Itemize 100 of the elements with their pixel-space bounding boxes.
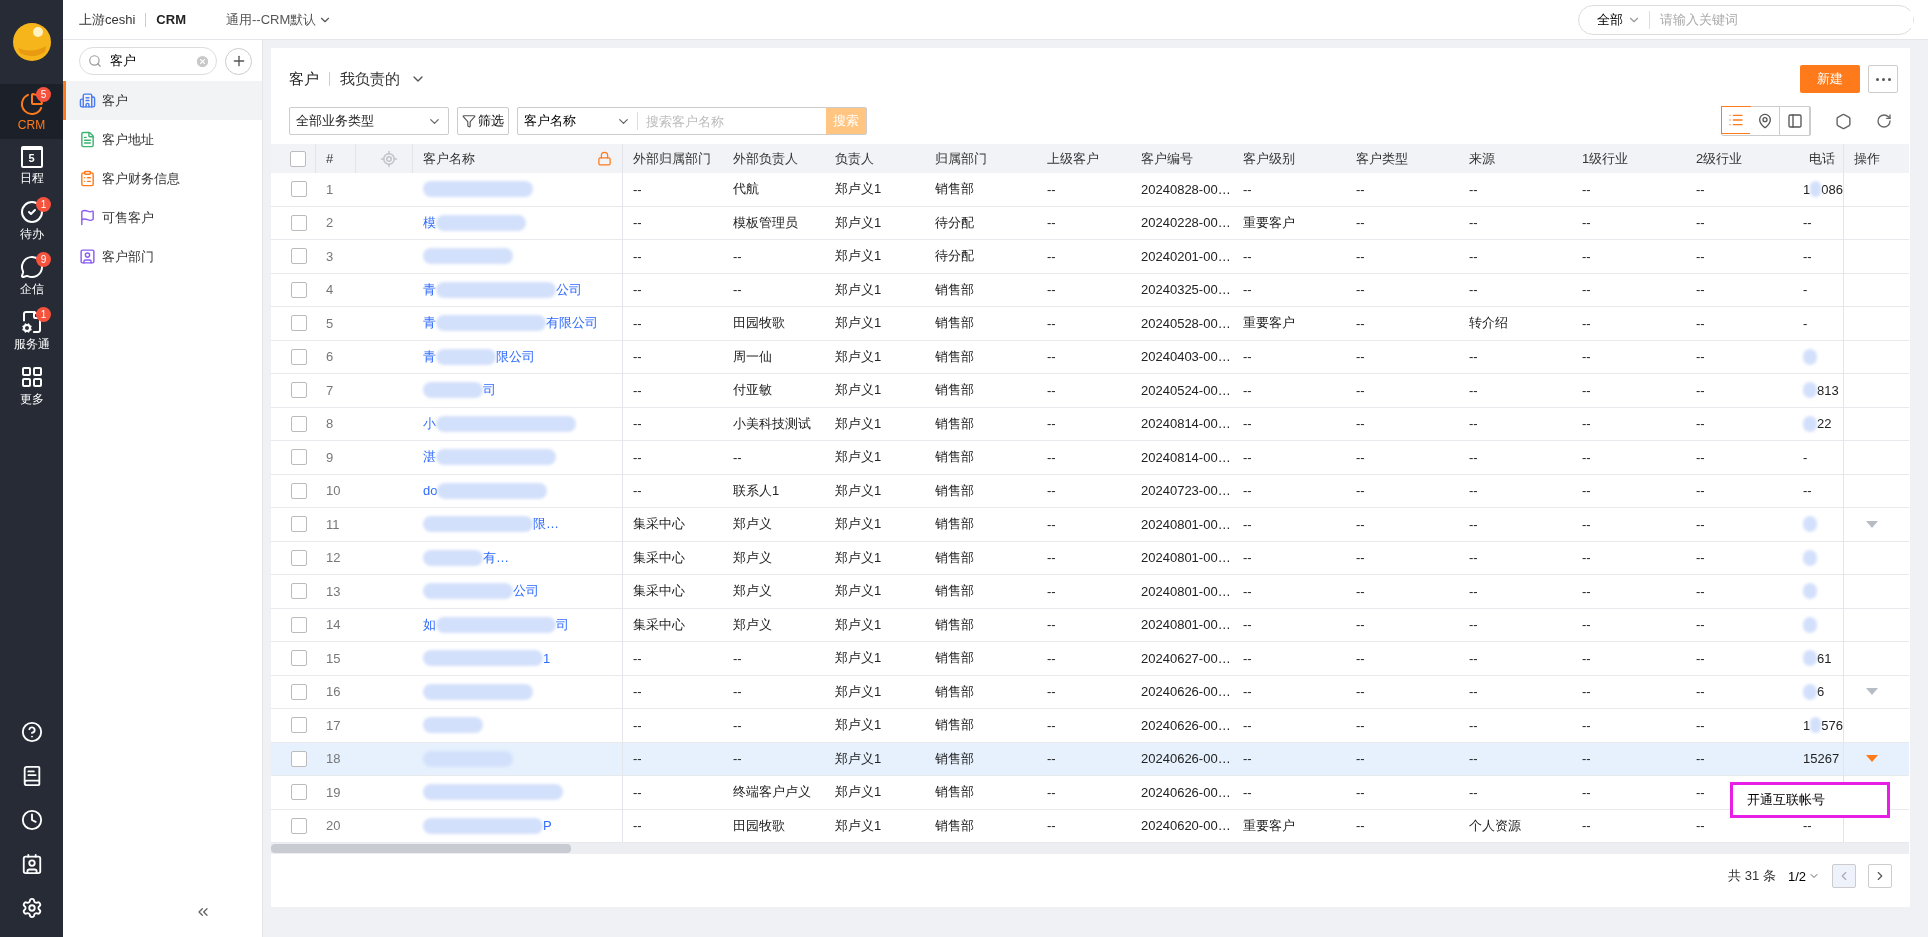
table-cell: -- — [1696, 650, 1705, 666]
rail-nav-button[interactable]: 5 日程 — [0, 139, 63, 194]
table-cell: 销售部 — [935, 448, 974, 467]
table-cell: 销售部 — [935, 481, 974, 500]
table-row[interactable]: 4 青 公司 -- -- 郑卢义1 销售部 -- 20240325-00… -- -- -- -- -- - — [271, 273, 1909, 307]
table-cell: 郑卢义1 — [835, 615, 882, 634]
table-row[interactable]: 18 -- -- 郑卢义1 销售部 -- 20240626-00… -- -- -- -- -- 15267 — [271, 742, 1909, 776]
table-cell: 20240201-00… — [1141, 248, 1231, 264]
scope-dropdown[interactable]: 全部 — [1597, 10, 1650, 29]
table-cell: -- — [1469, 248, 1478, 264]
table-row[interactable]: 5 青 有限公司 -- 田园牧歌 郑卢义1 销售部 -- 20240528-00… 重要客户 -- 转介绍 -- -- - — [271, 307, 1909, 341]
phone-number: 6 — [1817, 684, 1825, 700]
table-cell: -- — [633, 315, 642, 331]
table-row[interactable]: 15 1 -- -- 郑卢义1 销售部 -- 20240627-00… -- -- -- -- -- 61 — [271, 642, 1909, 676]
table-cell: -- — [1696, 181, 1705, 197]
table-row[interactable]: 3 -- -- 郑卢义1 待分配 -- 20240201-00… -- -- -- -- -- -- — [271, 240, 1909, 274]
table-row[interactable]: 9 湛 -- -- 郑卢义1 销售部 -- 20240814-00… -- -- -- -- -- - — [271, 441, 1909, 475]
table-cell: 郑卢义1 — [835, 448, 882, 467]
table-row[interactable]: 14 如 司 集采中心 郑卢义 郑卢义1 销售部 -- 20240801-00… -- -- -- -- -- — [271, 608, 1909, 642]
row-number: 11 — [326, 516, 340, 532]
table-row[interactable]: 11 限… 集采中心 郑卢义 郑卢义1 销售部 -- 20240801-00… -- -- -- -- -- — [271, 508, 1909, 542]
table-cell: -- — [1356, 181, 1365, 197]
table-cell: 郑卢义1 — [835, 716, 882, 735]
search-field[interactable]: 客户名称 搜索客户名称 搜索 — [517, 107, 867, 135]
table-cell: 20240801-00… — [1141, 516, 1231, 532]
customer-name-link[interactable]: 公司 — [513, 582, 539, 601]
table-cell: 郑卢义1 — [835, 347, 882, 366]
customer-name-link[interactable]: 模 — [423, 213, 436, 232]
table-cell: -- — [1243, 650, 1252, 666]
customer-name-link[interactable]: 有… — [483, 548, 509, 567]
table-cell: -- — [1047, 818, 1056, 834]
rail-nav-button[interactable]: 待办 1 — [0, 194, 63, 249]
rail-nav-button[interactable]: 更多 — [0, 359, 63, 414]
table-cell: -- — [1696, 416, 1705, 432]
customer-name-link[interactable]: 有限公司 — [546, 314, 598, 333]
table-row[interactable]: 7 司 -- 付亚敏 郑卢义1 销售部 -- 20240524-00… -- -- -- -- -- 813 — [271, 374, 1909, 408]
customer-name-link[interactable]: 司 — [483, 381, 496, 400]
table-cell: -- — [1582, 784, 1591, 800]
table-cell: -- — [1047, 617, 1056, 633]
table-cell: 销售部 — [935, 783, 974, 802]
phone-number: 1 — [1803, 717, 1811, 733]
table-row[interactable]: 10 do -- 联系人1 郑卢义1 销售部 -- 20240723-00… -- -- -- -- -- -- — [271, 474, 1909, 508]
rail-nav-button[interactable]: CRM 5 — [0, 84, 63, 139]
table-row[interactable]: 13 公司 集采中心 郑卢义 郑卢义1 销售部 -- 20240801-00… -- -- -- -- -- — [271, 575, 1909, 609]
table-cell: -- — [1469, 617, 1478, 633]
table-cell: 销售部 — [935, 347, 974, 366]
customer-name-link[interactable]: 司 — [556, 615, 569, 634]
table-cell: -- — [1243, 449, 1252, 465]
customer-name-link[interactable]: 湛 — [423, 448, 436, 467]
table-row[interactable]: 12 有… 集采中心 郑卢义 郑卢义1 销售部 -- 20240801-00… -- -- -- -- -- — [271, 541, 1909, 575]
row-number: 13 — [326, 583, 341, 599]
table-cell: 销售部 — [935, 548, 974, 567]
customer-name-link[interactable]: 限… — [533, 515, 559, 534]
sidebar-item[interactable]: 客户 — [63, 81, 262, 120]
table-cell: -- — [1469, 181, 1478, 197]
customer-name-link[interactable]: 青 — [423, 280, 436, 299]
table-cell: -- — [633, 248, 642, 264]
table-cell: 待分配 — [935, 213, 974, 232]
customer-name-link[interactable]: 如 — [423, 615, 436, 634]
table-row[interactable]: 1 -- 代航 郑卢义1 销售部 -- 20240828-00… -- -- -- -- -- 1 086 — [271, 173, 1909, 207]
table-cell: -- — [1356, 717, 1365, 733]
table-row[interactable]: 17 -- -- 郑卢义1 销售部 -- 20240626-00… -- -- -- -- -- 1 576 — [271, 709, 1909, 743]
table-cell: -- — [1356, 583, 1365, 599]
customer-name-link[interactable]: 青 — [423, 314, 436, 333]
customer-name-link[interactable]: do — [423, 483, 438, 499]
customer-name-link[interactable]: 小 — [423, 414, 436, 433]
table-cell: -- — [1356, 382, 1365, 398]
row-number: 7 — [326, 382, 334, 398]
page-select[interactable]: 1/2 — [1787, 868, 1820, 884]
customer-name-link[interactable]: 1 — [543, 650, 551, 666]
rail-nav-button[interactable]: 企信 9 — [0, 249, 63, 304]
customer-name-link[interactable]: 限公司 — [496, 347, 535, 366]
scope-dropdown[interactable]: 我负责的 — [340, 69, 426, 89]
table-cell: -- — [633, 282, 642, 298]
view-dropdown[interactable]: 通用--CRM默认 — [225, 10, 333, 29]
notification-badge: 1 — [36, 307, 51, 322]
table-row[interactable]: 2 模 -- 模板管理员 郑卢义1 待分配 -- 20240228-00… 重要客户 -- -- -- -- -- — [271, 206, 1909, 240]
customer-name-link[interactable]: 公司 — [556, 280, 582, 299]
table-row[interactable]: 6 青 限公司 -- 周一仙 郑卢义1 销售部 -- 20240403-00… -- -- -- -- -- — [271, 340, 1909, 374]
table-cell: -- — [1696, 282, 1705, 298]
rail-nav-button[interactable]: 服务通 1 — [0, 304, 63, 359]
table-cell: -- — [1582, 416, 1591, 432]
table-row[interactable]: 8 小 -- 小美科技测试 郑卢义1 销售部 -- 20240814-00… -- -- -- -- -- 22 — [271, 407, 1909, 441]
customer-name-link[interactable]: 青 — [423, 347, 436, 366]
row-number: 3 — [326, 248, 334, 264]
row-number: 9 — [326, 449, 334, 465]
table-row[interactable]: 16 -- -- 郑卢义1 销售部 -- 20240626-00… -- -- -- -- -- 6 — [271, 675, 1909, 709]
table-cell: -- — [1582, 349, 1591, 365]
table-cell: -- — [1243, 516, 1252, 532]
table-cell: -- — [1047, 248, 1056, 264]
table-cell: -- — [1469, 516, 1478, 532]
table-cell: -- — [1469, 784, 1478, 800]
notification-badge: 9 — [36, 252, 51, 267]
type-select[interactable]: 全部业务类型 — [289, 107, 449, 135]
table-cell: -- — [1582, 717, 1591, 733]
customer-name-link[interactable]: P — [543, 818, 552, 834]
table-cell: 20240228-00… — [1141, 215, 1231, 231]
table-cell: 20240828-00… — [1141, 181, 1231, 197]
filter-button[interactable]: 筛选 — [457, 107, 509, 135]
table-row[interactable]: 20 P -- 田园牧歌 郑卢义1 销售部 -- 20240620-00… 重要客户 -- 个人资源 -- -- -- — [271, 809, 1909, 843]
